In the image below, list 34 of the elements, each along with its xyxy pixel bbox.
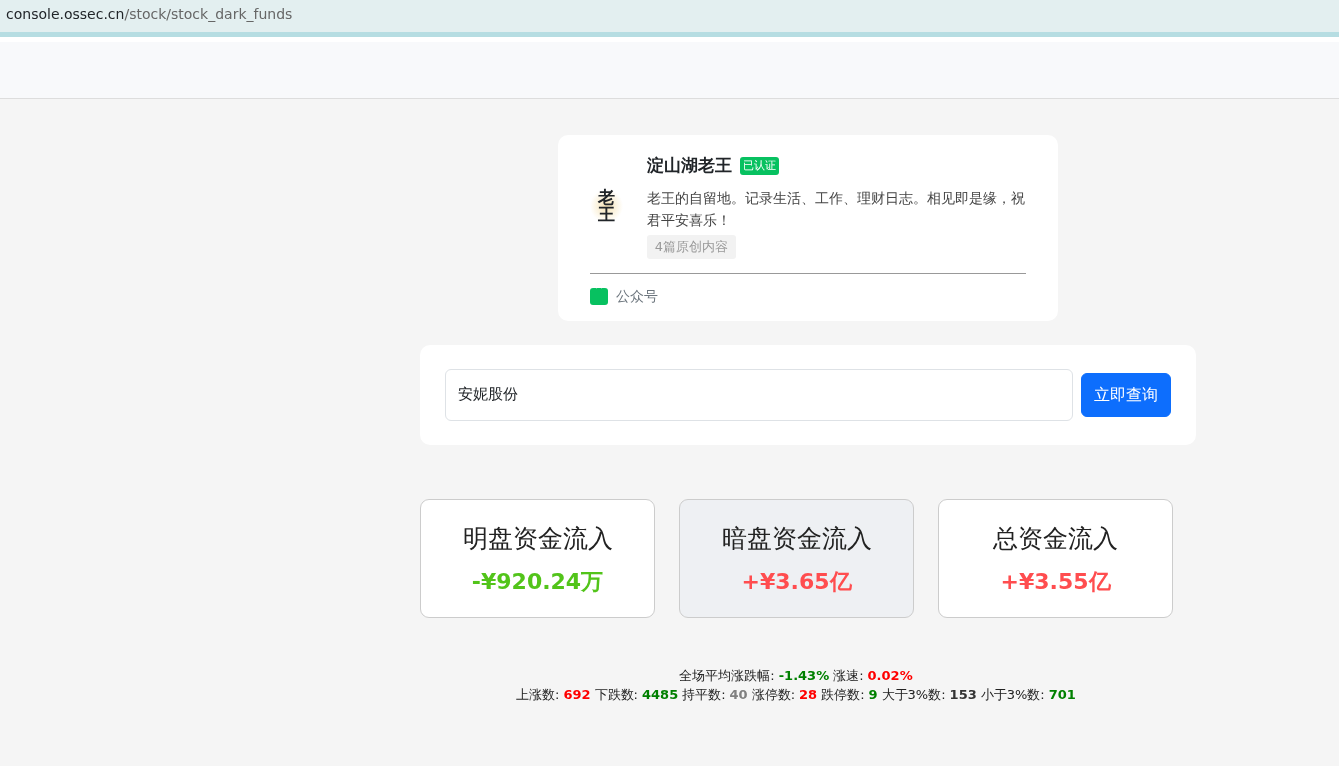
fund-title: 总资金流入 <box>992 522 1119 555</box>
stat-label: 持平数: <box>682 686 726 705</box>
search-field[interactable]: 安妮股份 <box>445 368 1073 421</box>
account-name: 淀山湖老王 <box>646 154 732 177</box>
fund-value: -¥920.24万 <box>470 568 605 597</box>
url-text[interactable]: console.ossec.cn/stock/stock_dark_funds <box>6 6 293 22</box>
stat-label: 大于3%数: <box>881 686 946 705</box>
verified-badge: 已认证 <box>739 156 779 175</box>
fund-title: 明盘资金流入 <box>461 522 614 555</box>
stat-value: 40 <box>729 686 748 705</box>
stat-label: 小于3%数: <box>980 686 1045 705</box>
account-description: 老王的自留地。记录生活、工作、理财日志。相见即是缘，祝君平安喜乐！ <box>646 188 1026 230</box>
stat-value: 0.02% <box>867 666 913 685</box>
stat-label: 涨速: <box>833 666 864 685</box>
footer-label: 公众号 <box>616 286 658 306</box>
stat-value: 28 <box>799 686 818 705</box>
stat-value: 9 <box>868 686 878 705</box>
fund-title: 暗盘资金流入 <box>720 522 873 555</box>
stat-value: -1.43% <box>778 666 830 685</box>
fund-value: +¥3.55亿 <box>999 568 1112 597</box>
stat-value: 4485 <box>642 686 679 705</box>
query-button[interactable]: 立即查询 <box>1081 372 1171 417</box>
stat-value: 153 <box>949 686 977 705</box>
logo-icon: 老王 <box>590 188 623 223</box>
stat-label: 上涨数: <box>516 686 560 705</box>
stat-label: 跌停数: <box>821 686 865 705</box>
article-count-tag: 4篇原创内容 <box>646 235 737 259</box>
stat-label: 涨停数: <box>751 686 796 705</box>
fund-value: +¥3.65亿 <box>740 568 853 597</box>
stat-label: 下跌数: <box>594 686 638 705</box>
stat-value: 692 <box>563 686 591 705</box>
stat-value: 701 <box>1048 686 1076 705</box>
stat-label: 全场平均涨跌幅: <box>679 666 775 685</box>
bag-icon <box>590 287 608 306</box>
